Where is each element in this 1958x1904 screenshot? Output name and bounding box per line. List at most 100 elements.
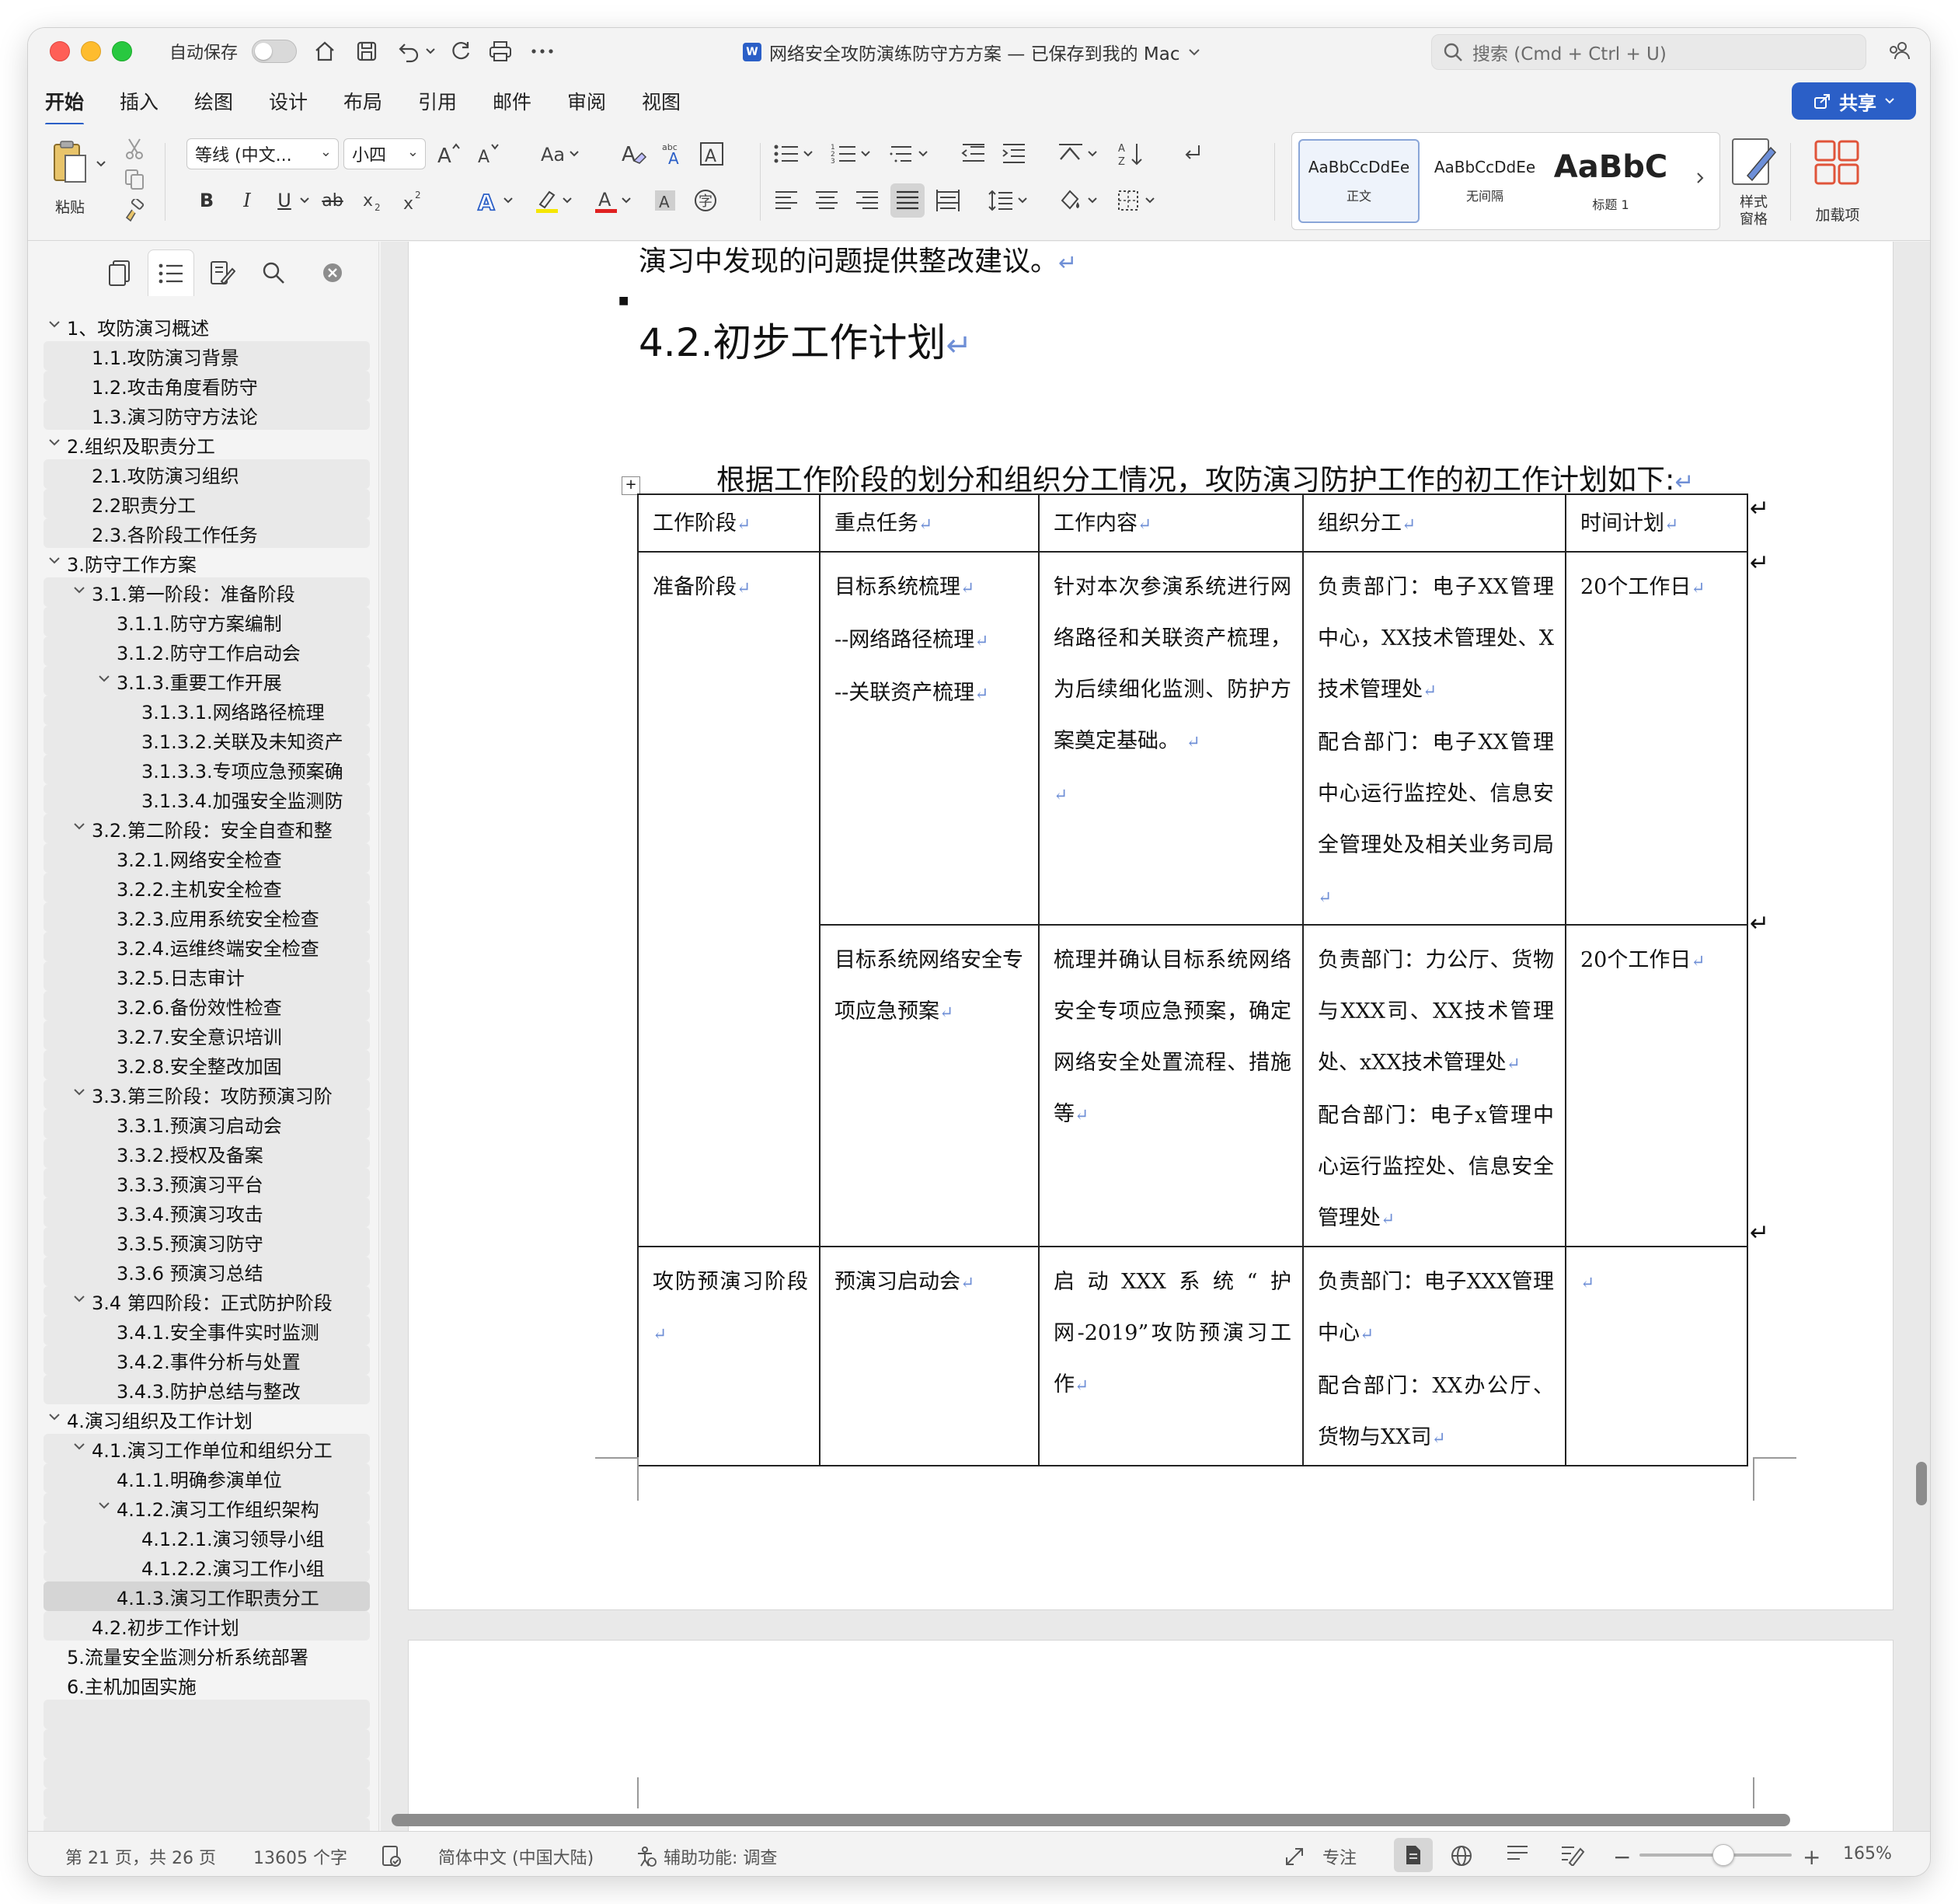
tab-design[interactable]: 设计: [269, 87, 308, 115]
styles-pane-label[interactable]: 样式 窗格: [1726, 194, 1781, 228]
outline-item[interactable]: 2.1.攻防演习组织: [44, 459, 370, 489]
outline-item[interactable]: 4.1.2.1.演习领导小组: [44, 1522, 370, 1552]
outline-item[interactable]: [44, 1729, 370, 1759]
clear-formatting-icon[interactable]: A: [618, 138, 650, 169]
outline-item[interactable]: 3.2.8.安全整改加固: [44, 1050, 370, 1079]
underline-icon[interactable]: U: [270, 185, 298, 216]
show-formatting-marks-icon[interactable]: [1176, 138, 1207, 169]
minimize-window-button[interactable]: [81, 41, 101, 61]
enclose-characters-icon[interactable]: 字: [690, 185, 721, 216]
table-cell-time[interactable]: 20个工作日↵: [1565, 924, 1748, 1247]
outline-item[interactable]: 1.3.演习防守方法论: [44, 400, 370, 430]
format-painter-icon[interactable]: [121, 197, 148, 224]
styles-more-chevron-icon[interactable]: [1688, 162, 1712, 194]
outline-item[interactable]: 3.2.6.备份效性检查: [44, 991, 370, 1020]
table-cell-task[interactable]: 预演习启动会↵: [819, 1246, 1040, 1466]
close-window-button[interactable]: [50, 41, 70, 61]
autosave-toggle[interactable]: [252, 40, 297, 63]
focus-mode-button[interactable]: 专注: [1284, 1844, 1357, 1869]
copy-icon[interactable]: [121, 166, 148, 193]
table-cell-phase[interactable]: 准备阶段↵: [637, 551, 820, 1247]
styles-pane-icon[interactable]: [1726, 135, 1781, 190]
increase-font-size-icon[interactable]: A: [434, 138, 465, 169]
table-cell-task[interactable]: 目标系统梳理↵ --网络路径梳理↵ --关联资产梳理↵: [819, 551, 1040, 926]
shading-icon[interactable]: [1055, 185, 1086, 216]
outline-item[interactable]: 2.组织及职责分工: [44, 430, 370, 459]
draft-view-icon[interactable]: [1560, 1844, 1585, 1866]
line-spacing-icon[interactable]: [985, 185, 1016, 216]
outline-item[interactable]: 4.1.2.演习工作组织架构: [44, 1493, 370, 1522]
outline-item[interactable]: 3.2.7.安全意识培训: [44, 1020, 370, 1050]
outline-item[interactable]: 4.1.3.演习工作职责分工: [44, 1581, 370, 1611]
bullets-icon[interactable]: [771, 138, 802, 169]
align-right-icon[interactable]: [852, 185, 883, 216]
table-cell-org[interactable]: 负责部门：力公厅、货物与XXX司、XX技术管理处、xXX技术管理处↵ 配合部门：…: [1302, 924, 1566, 1247]
find-search-icon[interactable]: [250, 249, 297, 296]
outline-item[interactable]: 3.1.3.1.网络路径梳理: [44, 696, 370, 725]
tab-review[interactable]: 审阅: [567, 87, 606, 115]
undo-dropdown-chevron-icon[interactable]: [423, 37, 438, 65]
align-left-icon[interactable]: [771, 185, 802, 216]
paste-chevron-down-icon[interactable]: [93, 152, 109, 176]
outline-item[interactable]: 2.3.各阶段工作任务: [44, 518, 370, 548]
zoom-slider-knob[interactable]: [1712, 1844, 1734, 1866]
highlight-color-icon[interactable]: [531, 185, 563, 216]
outline-item[interactable]: 3.2.5.日志审计: [44, 961, 370, 991]
web-layout-view-icon[interactable]: [1450, 1844, 1473, 1867]
language-status[interactable]: 简体中文 (中国大陆): [438, 1844, 594, 1869]
italic-icon[interactable]: I: [233, 185, 261, 216]
outline-item[interactable]: 3.1.第一阶段：准备阶段: [44, 577, 370, 607]
text-effects-pinyin-icon[interactable]: abc A: [657, 138, 688, 169]
align-center-icon[interactable]: [811, 185, 842, 216]
table-cell-org[interactable]: 负责部门：电子XXX管理中心↵ 配合部门：XX办公厅、货物与XX司↵: [1302, 1246, 1566, 1466]
bold-icon[interactable]: B: [193, 185, 221, 216]
collaborate-icon[interactable]: [1885, 37, 1913, 65]
zoom-slider[interactable]: [1639, 1844, 1792, 1866]
text-effects-chevron-icon[interactable]: [500, 185, 516, 216]
outline-item[interactable]: 3.3.第三阶段：攻防预演习阶: [44, 1079, 370, 1109]
style-normal[interactable]: AaBbCcDdEe 正文: [1298, 139, 1420, 223]
table-cell-content[interactable]: 启动XXX系统“护网-2019”攻防预演习工作↵: [1038, 1246, 1304, 1466]
justify-icon[interactable]: [890, 183, 925, 218]
chevron-down-icon[interactable]: [98, 1498, 110, 1514]
table-header-cell[interactable]: 工作内容↵: [1038, 493, 1304, 553]
shading-chevron-icon[interactable]: [1085, 185, 1100, 216]
table-move-handle-icon[interactable]: +: [622, 476, 640, 495]
character-shading-icon[interactable]: A: [650, 185, 681, 216]
borders-icon[interactable]: [1113, 185, 1144, 216]
asian-layout-icon[interactable]: [1055, 138, 1086, 169]
strikethrough-icon[interactable]: ab: [317, 185, 348, 216]
numbering-chevron-icon[interactable]: [858, 138, 873, 169]
multilevel-chevron-icon[interactable]: [915, 138, 931, 169]
outline-item[interactable]: 3.3.6 预演习总结: [44, 1257, 370, 1286]
table-cell-time[interactable]: 20个工作日↵: [1565, 551, 1748, 926]
superscript-icon[interactable]: x2: [398, 185, 429, 216]
tab-view[interactable]: 视图: [642, 87, 681, 115]
chevron-down-icon[interactable]: [73, 1438, 85, 1455]
tab-home[interactable]: 开始: [45, 87, 85, 126]
style-heading-1[interactable]: AaBbC 标题 1: [1550, 139, 1671, 223]
table-cell-org[interactable]: 负责部门：电子XX管理中心，XX技术管理处、X技术管理处↵ 配合部门：电子XX管…: [1302, 551, 1566, 926]
outline-item[interactable]: 3.3.1.预演习启动会: [44, 1109, 370, 1139]
line-spacing-chevron-icon[interactable]: [1015, 185, 1030, 216]
multilevel-list-icon[interactable]: [886, 138, 917, 169]
outline-item[interactable]: 1.2.攻击角度看防守: [44, 371, 370, 400]
decrease-indent-icon[interactable]: [957, 138, 988, 169]
redo-icon[interactable]: [446, 37, 474, 65]
outline-item[interactable]: 3.1.3.4.加强安全监测防: [44, 784, 370, 814]
outline-item[interactable]: 3.4 第四阶段：正式防护阶段: [44, 1286, 370, 1316]
paste-icon[interactable]: [47, 138, 93, 190]
character-border-icon[interactable]: A: [696, 138, 727, 169]
horizontal-scrollbar[interactable]: [392, 1814, 1790, 1826]
tab-mailings[interactable]: 邮件: [493, 87, 531, 115]
addins-icon[interactable]: [1807, 135, 1866, 190]
subscript-icon[interactable]: x2: [357, 185, 388, 216]
chevron-down-icon[interactable]: [98, 671, 110, 687]
table-header-cell[interactable]: 组织分工↵: [1302, 493, 1566, 553]
zoom-window-button[interactable]: [112, 41, 132, 61]
chevron-down-icon[interactable]: [48, 1409, 61, 1425]
thumbnails-icon[interactable]: [96, 249, 143, 296]
distributed-icon[interactable]: [932, 185, 963, 216]
tab-draw[interactable]: 绘图: [194, 87, 233, 115]
tab-layout[interactable]: 布局: [343, 87, 382, 115]
